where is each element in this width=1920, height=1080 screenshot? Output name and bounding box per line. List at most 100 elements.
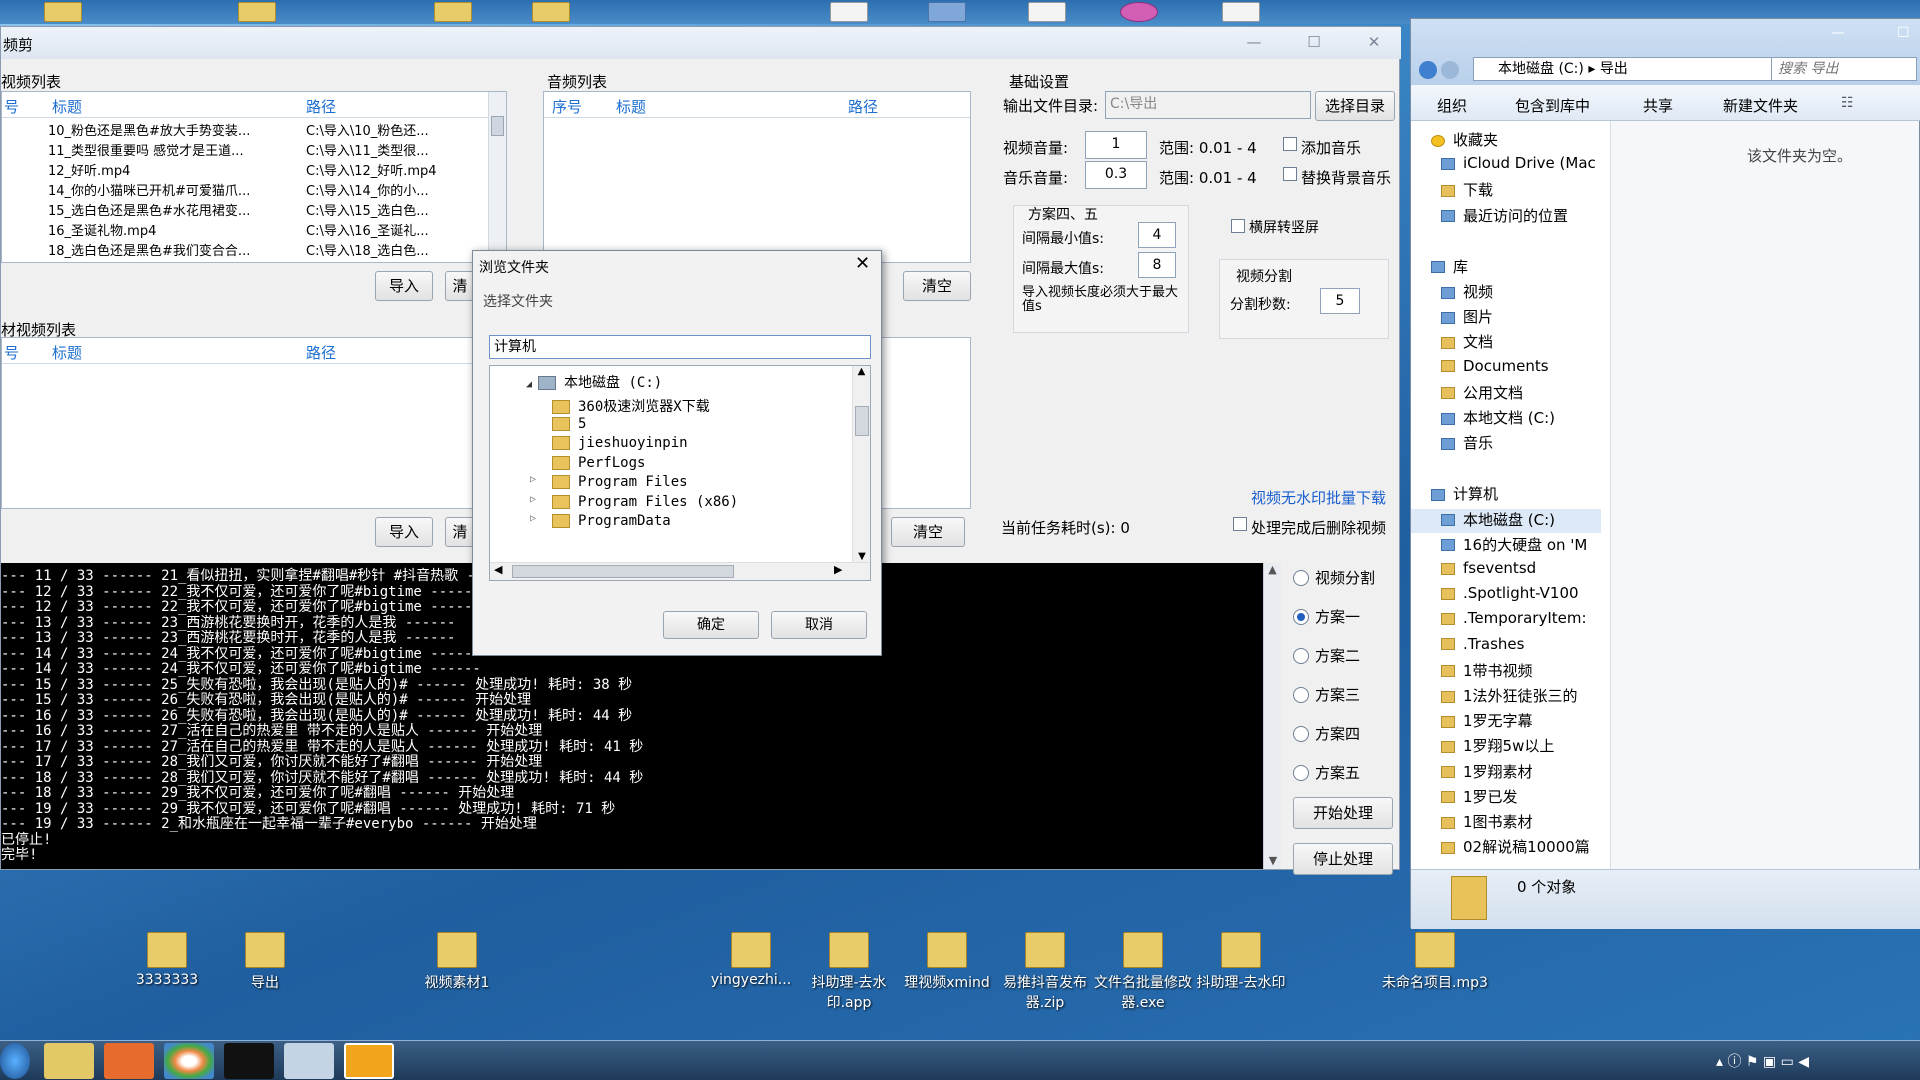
nav-item[interactable]: 音乐 [1411,432,1601,456]
nav-item[interactable]: fseventsd [1411,559,1601,583]
max-interval-input[interactable]: 8 [1138,252,1176,278]
media-player-icon[interactable] [104,1043,154,1079]
dialog-close-icon[interactable]: ✕ [855,253,870,274]
nav-item[interactable]: 收藏夹 [1411,129,1601,153]
desktop-icon[interactable]: 抖助理-去水印 [1186,932,1296,992]
tree-folder-item[interactable]: 5 [552,416,586,432]
audio-clear-button[interactable]: 清空 [903,271,971,301]
desktop-icon[interactable]: 易推抖音发布器.zip [990,932,1100,1012]
nav-item[interactable]: 下载 [1411,179,1601,203]
explorer-taskbar-icon[interactable] [44,1043,94,1079]
nav-item[interactable]: 视频 [1411,281,1601,305]
mode-radio-2[interactable]: 方案一 [1293,606,1360,627]
nav-item[interactable]: 库 [1411,256,1601,280]
include-library-button[interactable]: 包含到库中 [1515,95,1590,116]
col-title[interactable]: 标题 [616,96,646,117]
col-path[interactable]: 路径 [306,342,336,363]
split-seconds-input[interactable]: 5 [1320,288,1360,314]
material-clear-full-button[interactable]: 清空 [891,517,965,547]
minimize-icon[interactable]: — [1831,25,1845,41]
table-row[interactable]: 10_粉色还是黑色#放大手势变装... C:\导入\10_粉色还... [2,120,488,139]
nav-item[interactable]: 1法外狂徒张三的 [1411,685,1601,709]
radio-button[interactable] [1293,725,1309,742]
scroll-up-icon[interactable]: ▲ [1264,563,1281,576]
import-button[interactable]: 导入 [375,271,433,301]
radio-button[interactable] [1293,764,1309,781]
mode-radio-5[interactable]: 方案四 [1293,723,1360,744]
tree-folder-item[interactable]: ▷ Program Files (x86) [530,494,738,510]
scroll-down-icon[interactable]: ▼ [853,551,871,562]
nav-item[interactable]: 16的大硬盘 on 'M [1411,534,1601,558]
forward-icon[interactable] [1441,61,1459,79]
min-interval-input[interactable]: 4 [1138,222,1176,248]
audio-list[interactable]: 序号 标题 路径 [543,91,971,263]
breadcrumb[interactable]: 本地磁盘 (C:) ▸ 导出 [1473,57,1783,81]
folder-tree[interactable]: ◢ 本地磁盘 (C:) 360极速浏览器X下载 5 jieshuoyinpin Per… [489,365,871,581]
tree-vscrollbar[interactable]: ▲ ▼ [852,366,870,562]
watermark-download-link[interactable]: 视频无水印批量下载 [1251,487,1386,508]
view-icon[interactable]: ☷ [1841,95,1854,111]
scroll-right-icon[interactable]: ▶ [834,563,842,576]
mode-radio-1[interactable]: 视频分割 [1293,567,1375,588]
nav-item[interactable]: .Trashes [1411,635,1601,659]
search-input[interactable] [1771,57,1917,81]
expand-arrow-icon[interactable]: ▷ [530,474,536,485]
desktop-icon[interactable]: 视频素材1 [402,932,512,992]
replace-bg-checkbox[interactable] [1283,167,1297,181]
desktop-icon[interactable]: 文件名批量修改器.exe [1088,932,1198,1012]
table-row[interactable]: 12_好听.mp4 C:\导入\12_好听.mp4 [2,160,488,179]
nav-item[interactable]: 1罗已发 [1411,786,1601,810]
col-index[interactable]: 序号 [552,96,582,117]
file-icon[interactable] [928,2,966,22]
material-list[interactable]: 号 标题 路径 [1,337,507,509]
nav-item[interactable]: iCloud Drive (Mac [1411,154,1601,178]
video-list[interactable]: 号 标题 路径 10_粉色还是黑色#放大手势变装... C:\导入\10_粉色还.… [1,91,507,263]
file-icon[interactable] [1222,2,1260,22]
organize-button[interactable]: 组织 [1437,95,1467,116]
col-title[interactable]: 标题 [52,342,82,363]
radio-button[interactable] [1293,647,1309,664]
col-path[interactable]: 路径 [848,96,878,117]
maximize-icon[interactable]: ☐ [1897,25,1910,41]
col-title[interactable]: 标题 [52,96,82,117]
start-button[interactable]: 开始处理 [1293,797,1393,829]
folder-icon[interactable] [434,2,472,22]
tree-hscrollbar[interactable]: ◀ ▶ [490,562,870,580]
start-icon[interactable] [0,1043,30,1079]
scroll-up-icon[interactable]: ▲ [853,366,870,377]
tree-folder-item[interactable]: ▷ ProgramData [530,513,671,529]
stop-button[interactable]: 停止处理 [1293,843,1393,875]
radio-button[interactable] [1293,608,1309,625]
delete-after-checkbox[interactable] [1233,517,1247,531]
share-button[interactable]: 共享 [1643,95,1673,116]
radio-button[interactable] [1293,569,1309,586]
col-index[interactable]: 号 [4,342,19,363]
clear-button[interactable]: 清 [445,271,475,301]
col-path[interactable]: 路径 [306,96,336,117]
desktop-icon[interactable]: 3333333 [112,932,222,988]
expand-arrow-icon[interactable]: ◢ [526,379,538,390]
selected-path-field[interactable]: 计算机 [489,335,871,359]
scroll-left-icon[interactable]: ◀ [494,563,502,576]
browser-icon[interactable] [164,1043,214,1079]
nav-item[interactable]: .Spotlight-V100 [1411,584,1601,608]
scroll-down-icon[interactable]: ▼ [1264,854,1282,867]
minimize-icon[interactable]: — [1243,33,1265,51]
nav-item[interactable]: 1带书视频 [1411,660,1601,684]
tree-folder-item[interactable]: PerfLogs [552,455,645,471]
explorer-nav-pane[interactable]: 收藏夹 iCloud Drive (Mac 下载 最近访问的位置库视频 图片 文档 Docu… [1411,121,1611,869]
ok-button[interactable]: 确定 [663,611,759,639]
nav-item[interactable]: .TemporaryItem: [1411,609,1601,633]
expand-arrow-icon[interactable]: ▷ [530,494,536,505]
back-icon[interactable] [1419,61,1437,79]
nav-item[interactable]: 本地磁盘 (C:) [1411,508,1601,533]
new-folder-button[interactable]: 新建文件夹 [1723,95,1798,116]
file-icon[interactable] [1028,2,1066,22]
console-taskbar-icon[interactable] [224,1043,274,1079]
file-icon[interactable] [830,2,868,22]
folder-icon[interactable] [44,2,82,22]
active-app-icon[interactable] [344,1043,394,1079]
scrollbar-thumb[interactable] [855,406,869,436]
desktop-icon[interactable]: 未命名项目.mp3 [1380,932,1490,992]
nav-item[interactable]: 1图书素材 [1411,811,1601,835]
